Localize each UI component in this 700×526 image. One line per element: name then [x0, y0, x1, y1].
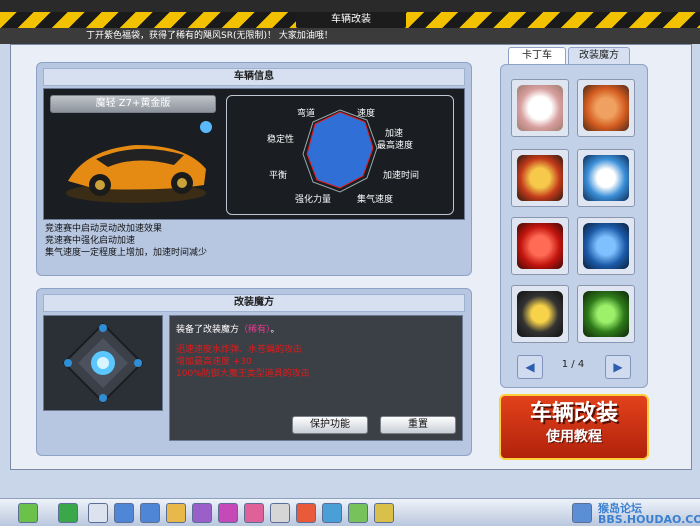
radar-label: 加速时间 [383, 171, 420, 181]
car-name-plate: 魔轻 Z7+黄金版 [50, 95, 216, 113]
description-line: 竞速赛中强化启动加速 [45, 236, 136, 246]
red-kart-item-icon [517, 223, 563, 269]
tools-icon[interactable] [140, 503, 160, 523]
friends-icon[interactable] [270, 503, 290, 523]
radar-label: 强化力量 [295, 195, 332, 205]
back-icon[interactable] [18, 503, 38, 523]
fighter-item-icon [517, 155, 563, 201]
magic-cube-header: 改装魔方 [43, 294, 465, 312]
inventory-panel: ◀ 1 / 4 ▶ [500, 64, 648, 388]
garage-icon[interactable] [88, 503, 108, 523]
inventory-slot[interactable] [511, 79, 569, 137]
equipped-text: 装备了改装魔方（稀有）。 [176, 322, 280, 335]
inventory-slot[interactable] [577, 149, 635, 207]
effects-list: 迅速速度水炸弹、水苍蝇的攻击 增加最高速度 +30 100%防御大魔王类型道具的… [176, 344, 310, 380]
mail-icon[interactable] [348, 503, 368, 523]
equipped-suffix: 。 [270, 325, 280, 335]
broadcast-text: 丁开紫色福袋，获得了稀有的飓风SR(无限制)！ 大家加油哦！ [86, 31, 333, 41]
effect-line: 增加最高速度 +30 [176, 357, 252, 367]
inventory-slot[interactable] [577, 79, 635, 137]
stat-radar: 弯道 速度 加速 最高速度 加速时间 集气速度 强化力量 平衡 稳定性 [226, 95, 454, 215]
home-icon[interactable] [58, 503, 78, 523]
description-line: 竞速赛中启动灵动改加速效果 [45, 224, 163, 234]
car-display: 魔轻 Z7+黄金版 弯道 速度 加速 最高速度 加速时间 集气速度 强化力量 平… [43, 88, 465, 220]
rabbit-item-icon [517, 85, 563, 131]
mecha-item-icon [583, 155, 629, 201]
shop-icon[interactable] [192, 503, 212, 523]
plane-item-icon [583, 85, 629, 131]
radar-label: 集气速度 [357, 195, 394, 205]
prev-page-button[interactable]: ◀ [517, 355, 543, 379]
bird-item-icon [517, 291, 563, 337]
effect-line: 迅速速度水炸弹、水苍蝇的攻击 [176, 345, 303, 355]
tab-kart[interactable]: 卡丁车 [508, 47, 566, 64]
taskbar: 猴岛论坛 BBS.HOUDAO.COM [0, 498, 700, 526]
equipped-name: （稀有） [239, 325, 271, 335]
tutorial-button[interactable]: 车辆改装 使用教程 [499, 394, 649, 460]
inventory-slot[interactable] [511, 149, 569, 207]
chat-icon[interactable] [322, 503, 342, 523]
inventory-slot[interactable] [511, 217, 569, 275]
car-description: 竞速赛中启动灵动改加速效果 竞速赛中强化启动加速 集气速度一定程度上增加，加速时… [45, 223, 463, 259]
magic-cube-icon [62, 322, 144, 404]
gift-icon[interactable] [218, 503, 238, 523]
watermark: 猴岛论坛 BBS.HOUDAO.COM [598, 502, 700, 526]
reset-button[interactable]: 重置 [380, 416, 456, 434]
equipped-prefix: 装备了改装魔方 [176, 325, 240, 335]
radar-label: 速度 [357, 109, 376, 119]
notice-icon[interactable] [374, 503, 394, 523]
inventory-slot[interactable] [577, 285, 635, 343]
radar-label: 最高速度 [377, 141, 414, 151]
effect-line: 100%防御大魔王类型道具的攻击 [176, 369, 310, 379]
tutorial-subtitle: 使用教程 [546, 429, 602, 445]
description-line: 集气速度一定程度上增加，加速时间减少 [45, 248, 208, 258]
car-info-panel: 车辆信息 魔轻 Z7+黄金版 弯道 速度 加速 最高速度 加速时间 集气速度 强… [36, 62, 472, 276]
car-info-header: 车辆信息 [43, 68, 465, 86]
bag-icon[interactable] [166, 503, 186, 523]
green-kart-item-icon [583, 291, 629, 337]
radar-label: 稳定性 [267, 135, 295, 145]
heart-icon[interactable] [244, 503, 264, 523]
settings-icon[interactable] [572, 503, 592, 523]
window-title: 车辆改装 [296, 12, 406, 28]
magic-cube-slot[interactable] [43, 315, 163, 411]
next-page-button[interactable]: ▶ [605, 355, 631, 379]
inventory-slot[interactable] [577, 217, 635, 275]
tutorial-title: 车辆改装 [529, 401, 618, 426]
radar-label: 平衡 [269, 171, 288, 181]
broadcast-ticker: 丁开紫色福袋，获得了稀有的飓风SR(无限制)！ 大家加油哦！ [0, 28, 700, 44]
tab-magic-cube[interactable]: 改装魔方 [568, 47, 630, 64]
house-icon[interactable] [114, 503, 134, 523]
magic-cube-panel: 改装魔方 装备了改装魔方（稀有）。 迅速速度水炸弹、水苍蝇的攻击 增加最高速度 … [36, 288, 472, 456]
radar-label: 弯道 [297, 109, 316, 119]
car-image [66, 121, 212, 203]
page-indicator: 1 / 4 [561, 359, 585, 370]
protect-button[interactable]: 保护功能 [292, 416, 368, 434]
inventory-slot[interactable] [511, 285, 569, 343]
party-icon[interactable] [296, 503, 316, 523]
magic-cube-info: 装备了改装魔方（稀有）。 迅速速度水炸弹、水苍蝇的攻击 增加最高速度 +30 1… [169, 315, 463, 441]
blue-kart-item-icon [583, 223, 629, 269]
